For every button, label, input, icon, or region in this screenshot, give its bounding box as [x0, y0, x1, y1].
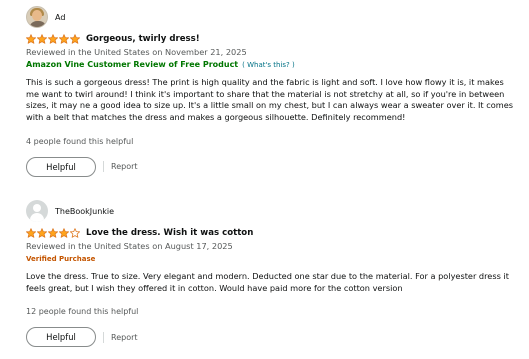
- divider: [103, 331, 104, 343]
- star-filled-icon: [37, 227, 47, 238]
- review-card: TheBookJunkie Love the dress. Wish it wa…: [26, 199, 516, 348]
- helpful-button[interactable]: Helpful: [26, 156, 96, 177]
- review-title-row[interactable]: Gorgeous, twirly dress!: [26, 32, 516, 45]
- review-card: Ad Gorgeous, twirly dress! Reviewed in t…: [26, 5, 516, 177]
- star-filled-icon: [59, 227, 69, 238]
- vine-badge: Amazon Vine Customer Review of Free Prod…: [26, 59, 516, 71]
- reviewer-name: TheBookJunkie: [55, 206, 115, 216]
- report-link[interactable]: Report: [111, 333, 138, 342]
- star-rating: [26, 227, 81, 238]
- star-filled-icon: [26, 227, 36, 238]
- user-photo-avatar-icon: [26, 6, 48, 28]
- helpful-button[interactable]: Helpful: [26, 327, 96, 348]
- star-filled-icon: [48, 227, 58, 238]
- helpful-count: 4 people found this helpful: [26, 136, 134, 146]
- review-title[interactable]: Gorgeous, twirly dress!: [86, 34, 200, 44]
- star-filled-icon: [70, 33, 80, 44]
- review-body: This is such a gorgeous dress! The print…: [26, 77, 514, 123]
- vine-whats-this-link[interactable]: ( What's this? ): [242, 61, 295, 69]
- reviewer-name: Ad: [55, 12, 66, 22]
- divider: [103, 161, 104, 173]
- review-actions: Helpful Report: [26, 156, 516, 177]
- review-actions: Helpful Report: [26, 327, 516, 348]
- review-title-row[interactable]: Love the dress. Wish it was cotton: [26, 226, 516, 239]
- review-body: Love the dress. True to size. Very elega…: [26, 271, 509, 293]
- star-filled-icon: [59, 33, 69, 44]
- reviewer-profile[interactable]: Ad: [26, 5, 516, 29]
- reviewer-profile[interactable]: TheBookJunkie: [26, 199, 516, 223]
- star-rating: [26, 33, 81, 44]
- review-date: Reviewed in the United States on August …: [26, 241, 233, 251]
- star-filled-icon: [26, 33, 36, 44]
- star-filled-icon: [48, 33, 58, 44]
- star-empty-icon: [70, 227, 80, 238]
- star-filled-icon: [37, 33, 47, 44]
- review-title[interactable]: Love the dress. Wish it was cotton: [86, 228, 253, 238]
- helpful-count: 12 people found this helpful: [26, 307, 139, 317]
- report-link[interactable]: Report: [111, 162, 138, 171]
- review-date: Reviewed in the United States on Novembe…: [26, 47, 247, 57]
- verified-purchase-badge[interactable]: Verified Purchase: [26, 253, 516, 265]
- vine-label: Amazon Vine Customer Review of Free Prod…: [26, 60, 239, 69]
- default-user-avatar-icon: [26, 200, 48, 222]
